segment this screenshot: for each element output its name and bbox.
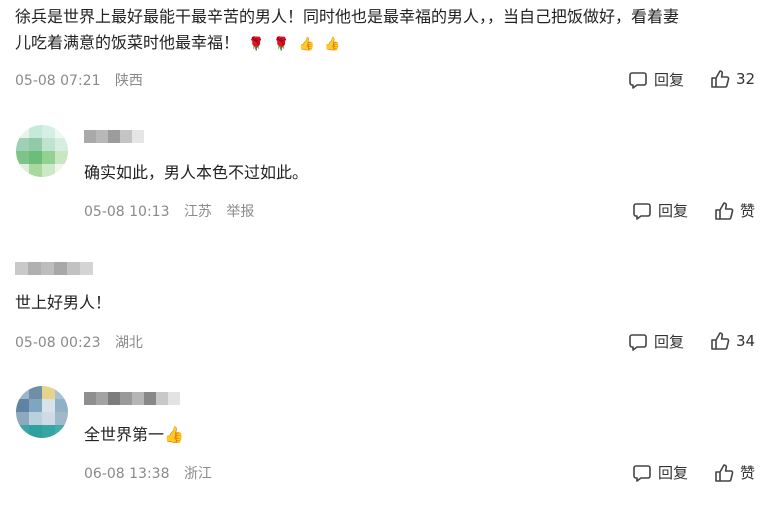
thumb-up-icon — [715, 463, 734, 482]
thumbs-up-icon: 👍 — [298, 37, 315, 52]
like-button[interactable]: 32 — [710, 69, 755, 89]
thumb-up-icon — [715, 201, 734, 220]
comment-meta: 05-08 07:21 陕西 — [15, 70, 153, 90]
like-button[interactable]: 赞 — [714, 200, 755, 221]
like-count: 34 — [736, 332, 756, 350]
comment-text: 世上好男人！ — [15, 293, 112, 312]
like-label: 赞 — [740, 202, 756, 220]
username-blurred[interactable] — [84, 130, 144, 143]
comment-location: 浙江 — [183, 466, 212, 482]
reply-label: 回复 — [654, 71, 685, 89]
comment-location: 陕西 — [114, 73, 143, 89]
comment-text-line2: 儿吃着满意的饭菜时他最幸福！ 🌹 🌹 👍 👍 — [15, 30, 679, 58]
like-button[interactable]: 34 — [710, 331, 755, 351]
comment-date: 05-08 07:21 — [15, 73, 101, 89]
like-button[interactable]: 赞 — [714, 462, 755, 483]
reply-label: 回复 — [654, 333, 685, 351]
rose-icon: 🌹 — [248, 37, 265, 52]
like-label: 赞 — [740, 464, 756, 482]
username-blurred[interactable] — [15, 262, 97, 275]
reply-button[interactable]: 回复 — [628, 331, 684, 352]
username-blurred[interactable] — [84, 392, 180, 405]
avatar[interactable] — [16, 125, 68, 177]
reply-label: 回复 — [658, 202, 689, 220]
comment-date: 05-08 00:23 — [15, 335, 101, 351]
comment-date: 05-08 10:13 — [84, 204, 170, 220]
comment-text: 徐兵是世界上最好最能干最辛苦的男人！同时他也是最幸福的男人，，当自己把饭做好，看… — [15, 4, 679, 58]
comment-meta: 05-08 10:13 江苏 举报 — [84, 201, 264, 221]
comment-text-content: 全世界第一 — [84, 425, 165, 444]
comment-meta: 05-08 00:23 湖北 — [15, 332, 153, 352]
comment-bubble-icon — [629, 71, 647, 89]
comment-text: 全世界第一👍 — [84, 422, 184, 448]
reply-button[interactable]: 回复 — [632, 462, 688, 483]
avatar[interactable] — [16, 386, 68, 438]
thumbs-up-icon: 👍 — [164, 425, 184, 444]
reply-button[interactable]: 回复 — [628, 69, 684, 90]
report-link[interactable]: 举报 — [226, 204, 254, 220]
comment-text-line1: 徐兵是世界上最好最能干最辛苦的男人！同时他也是最幸福的男人，，当自己把饭做好，看… — [15, 7, 680, 26]
comment-date: 06-08 13:38 — [84, 466, 170, 482]
reply-label: 回复 — [658, 464, 689, 482]
comment-text-line2-content: 儿吃着满意的饭菜时他最幸福！ — [15, 33, 240, 52]
comment-bubble-icon — [629, 333, 647, 351]
comment-bubble-icon — [633, 202, 651, 220]
comment-location: 湖北 — [114, 335, 143, 351]
like-count: 32 — [736, 70, 756, 88]
rose-icon: 🌹 — [273, 37, 290, 52]
thumb-up-icon — [711, 70, 730, 88]
reply-button[interactable]: 回复 — [632, 200, 688, 221]
comment-bubble-icon — [633, 464, 651, 482]
comment-text: 确实如此，男人本色不过如此。 — [84, 163, 309, 182]
thumbs-up-icon: 👍 — [323, 37, 341, 52]
comment-location: 江苏 — [183, 204, 212, 220]
thumb-up-icon — [711, 332, 730, 350]
comment-meta: 06-08 13:38 浙江 — [84, 463, 222, 483]
